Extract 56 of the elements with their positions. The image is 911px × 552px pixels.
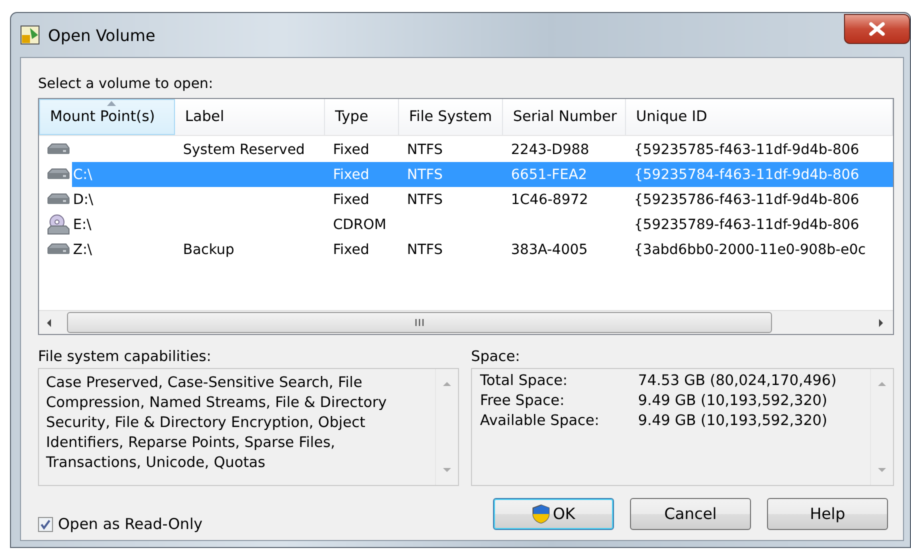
dialog-button[interactable]: OK (493, 498, 614, 530)
space-value: 74.53 GB (80,024,170,496) (638, 373, 838, 391)
close-icon (868, 22, 886, 36)
drive-icon (46, 168, 70, 182)
space-value: 9.49 GB (10,193,592,320) (638, 393, 828, 411)
table-cell[interactable]: {3abd6bb0-2000-11e0-908b-e0c (626, 237, 893, 262)
scroll-thumb[interactable] (67, 312, 772, 333)
column-header[interactable]: Unique ID (626, 99, 893, 135)
space-label: Total Space: (480, 373, 569, 391)
table-cell[interactable]: NTFS (399, 187, 503, 212)
table-cell[interactable]: 1C46-8972 (503, 187, 626, 212)
table-cell[interactable]: Fixed (325, 187, 399, 212)
scroll-up-icon[interactable] (877, 379, 887, 389)
drive-icon (46, 192, 70, 206)
prompt-label: Select a volume to open: (38, 76, 214, 94)
table-cell[interactable]: NTFS (399, 237, 503, 262)
scroll-up-icon[interactable] (442, 379, 452, 389)
column-header[interactable]: Serial Number (503, 99, 626, 135)
dialog-button[interactable]: Help (767, 498, 888, 530)
sort-caret-icon (107, 101, 116, 106)
section-heading: File system capabilities: (38, 349, 212, 365)
read-only-checkbox[interactable]: Open as Read-Only (38, 515, 202, 533)
table-cell[interactable]: Fixed (325, 237, 399, 262)
table-cell[interactable]: {59235785-f463-11df-9d4b-806 (626, 137, 893, 162)
table-cell[interactable]: 383A-4005 (503, 237, 626, 262)
column-header[interactable]: Label (175, 99, 325, 135)
horizontal-scrollbar[interactable] (39, 310, 893, 334)
table-cell[interactable]: {59235786-f463-11df-9d4b-806 (626, 187, 893, 212)
column-header[interactable]: Mount Point(s) (39, 99, 175, 135)
table-cell[interactable]: D:\ (72, 187, 175, 212)
space-label: Available Space: (480, 413, 600, 431)
capabilities-text: Case Preserved, Case-Sensitive Search, File Compression, Named Streams, File & Directory Security, File & Directory Encryption, Object Identifiers, Reparse Points, Sparse Files, Transactions, Unicode, Quotas (45, 374, 388, 473)
table-cell[interactable]: {59235789-f463-11df-9d4b-806 (626, 212, 893, 237)
table-cell[interactable]: NTFS (399, 137, 503, 162)
space-label: Free Space: (480, 393, 566, 411)
table-cell[interactable]: CDROM (325, 212, 399, 237)
table-cell[interactable]: 2243-D988 (503, 137, 626, 162)
section-heading: Space: (471, 349, 520, 365)
grip-icon (415, 319, 424, 326)
table-cell[interactable]: System Reserved (175, 137, 325, 162)
table-cell[interactable]: Fixed (325, 137, 399, 162)
table-cell[interactable]: E:\ (72, 212, 175, 237)
drive-icon (46, 142, 70, 156)
app-icon (20, 25, 40, 45)
table-cell[interactable]: Backup (175, 237, 325, 262)
column-header[interactable]: File System (399, 99, 503, 135)
column-header[interactable]: Type (325, 99, 399, 135)
cd-drive-icon (46, 214, 70, 236)
table-cell[interactable]: Z:\ (72, 237, 175, 262)
drive-icon (46, 242, 70, 256)
close-button[interactable] (844, 14, 910, 44)
scroll-down-icon[interactable] (877, 465, 887, 475)
space-value: 9.49 GB (10,193,592,320) (638, 413, 828, 431)
dialog-button[interactable]: Cancel (630, 498, 751, 530)
scroll-down-icon[interactable] (442, 465, 452, 475)
window-title: Open Volume (48, 26, 156, 44)
